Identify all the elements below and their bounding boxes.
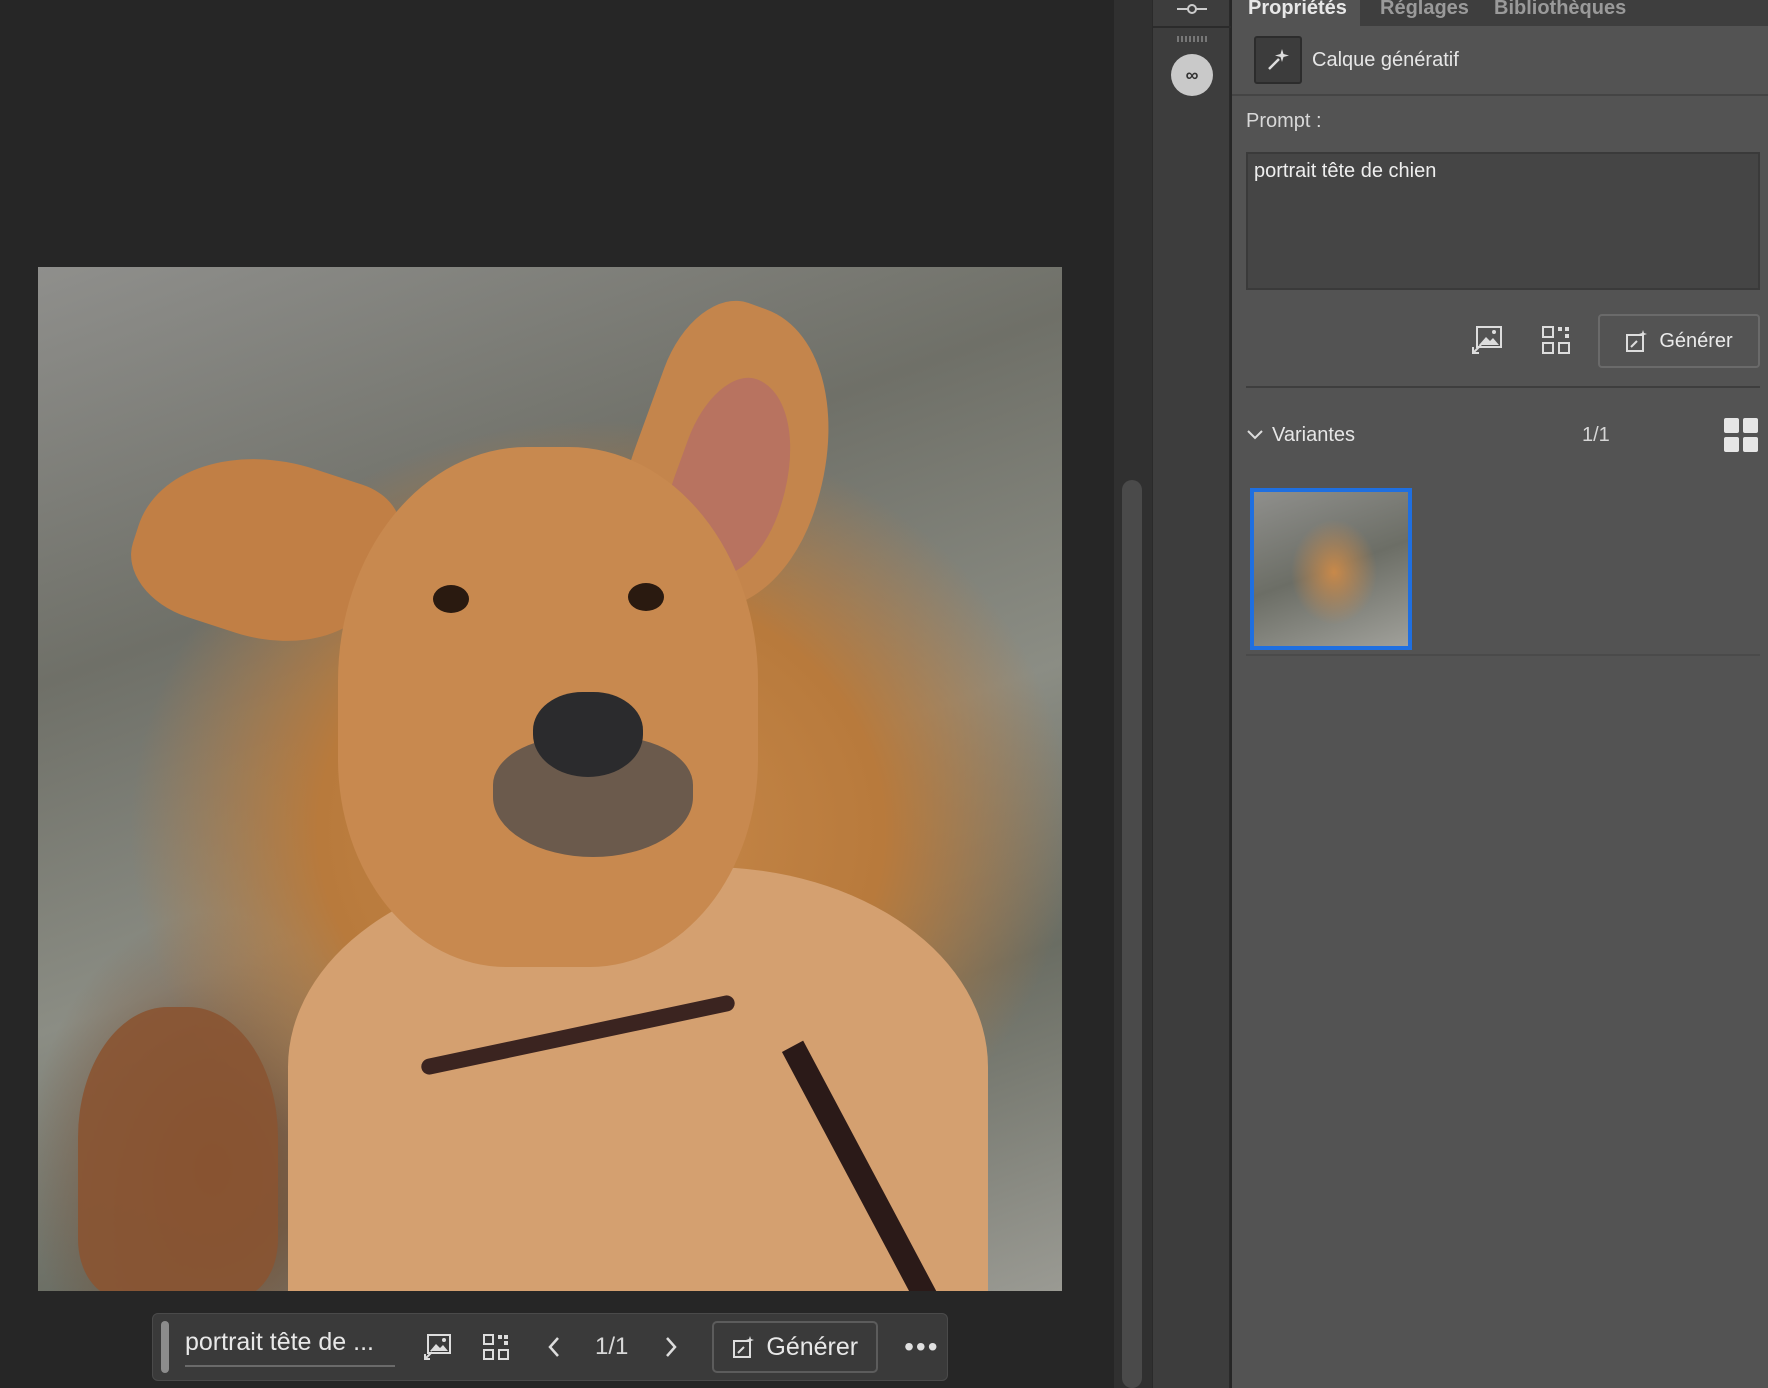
effects-icon[interactable] xyxy=(481,1332,511,1362)
next-icon[interactable] xyxy=(656,1332,686,1362)
generate-icon xyxy=(733,1336,755,1358)
creative-cloud-link-icon[interactable]: ∞ xyxy=(1171,54,1213,96)
panel-generate-label: Générer xyxy=(1659,329,1733,352)
properties-panel: Propriétés Réglages Bibliothèques Calque… xyxy=(1232,0,1768,1388)
layer-type-row: Calque génératif xyxy=(1232,26,1768,96)
panel-drag-handle[interactable] xyxy=(1177,36,1207,42)
canvas-area[interactable]: portrait tête de ... 1/1 Générer ••• xyxy=(0,0,1114,1388)
taskbar-generate-button[interactable]: Générer xyxy=(712,1321,879,1373)
grid-view-icon[interactable] xyxy=(1724,418,1758,452)
prompt-label: Prompt : xyxy=(1246,110,1322,132)
reference-image-icon[interactable] xyxy=(423,1332,453,1362)
panel-icon-column: ∞ xyxy=(1152,0,1231,1388)
tab-adjustments[interactable]: Réglages xyxy=(1362,0,1474,26)
chevron-down-icon[interactable] xyxy=(1246,425,1268,446)
previous-icon[interactable] xyxy=(539,1332,569,1362)
variants-header[interactable]: Variantes 1/1 xyxy=(1246,418,1760,452)
tab-libraries[interactable]: Bibliothèques xyxy=(1476,0,1636,26)
panel-tab-bar: Propriétés Réglages Bibliothèques xyxy=(1232,0,1768,26)
column-divider xyxy=(1153,26,1231,28)
dog-eye-right xyxy=(628,583,664,611)
effects-icon[interactable] xyxy=(1538,322,1574,358)
variants-count: 1/1 xyxy=(1582,423,1610,446)
background-dog xyxy=(78,1007,278,1291)
layer-type-name: Calque génératif xyxy=(1312,48,1459,71)
tab-properties[interactable]: Propriétés xyxy=(1232,0,1360,26)
dog-eye-left xyxy=(433,585,469,613)
dog-nose xyxy=(533,692,643,777)
generate-icon xyxy=(1626,330,1648,352)
canvas-image[interactable] xyxy=(38,267,1062,1291)
variants-label: Variantes xyxy=(1272,423,1356,446)
more-options-button[interactable]: ••• xyxy=(904,1331,939,1363)
adjust-icon[interactable] xyxy=(1175,0,1209,18)
panel-generate-button[interactable]: Générer xyxy=(1598,314,1760,368)
variant-thumbnail[interactable] xyxy=(1250,488,1412,650)
contextual-taskbar: portrait tête de ... 1/1 Générer ••• xyxy=(152,1313,948,1381)
prompt-textarea[interactable]: portrait tête de chien xyxy=(1246,152,1760,290)
taskbar-generate-label: Générer xyxy=(766,1332,859,1361)
taskbar-grip-handle[interactable] xyxy=(161,1321,169,1373)
canvas-vertical-scrollbar-thumb[interactable] xyxy=(1122,480,1142,1388)
variant-counter: 1/1 xyxy=(595,1333,629,1360)
generative-layer-icon xyxy=(1254,36,1302,84)
variants-divider xyxy=(1246,654,1760,656)
taskbar-prompt-field[interactable]: portrait tête de ... xyxy=(185,1328,395,1367)
reference-image-icon[interactable] xyxy=(1470,322,1506,358)
section-divider xyxy=(1246,386,1760,388)
